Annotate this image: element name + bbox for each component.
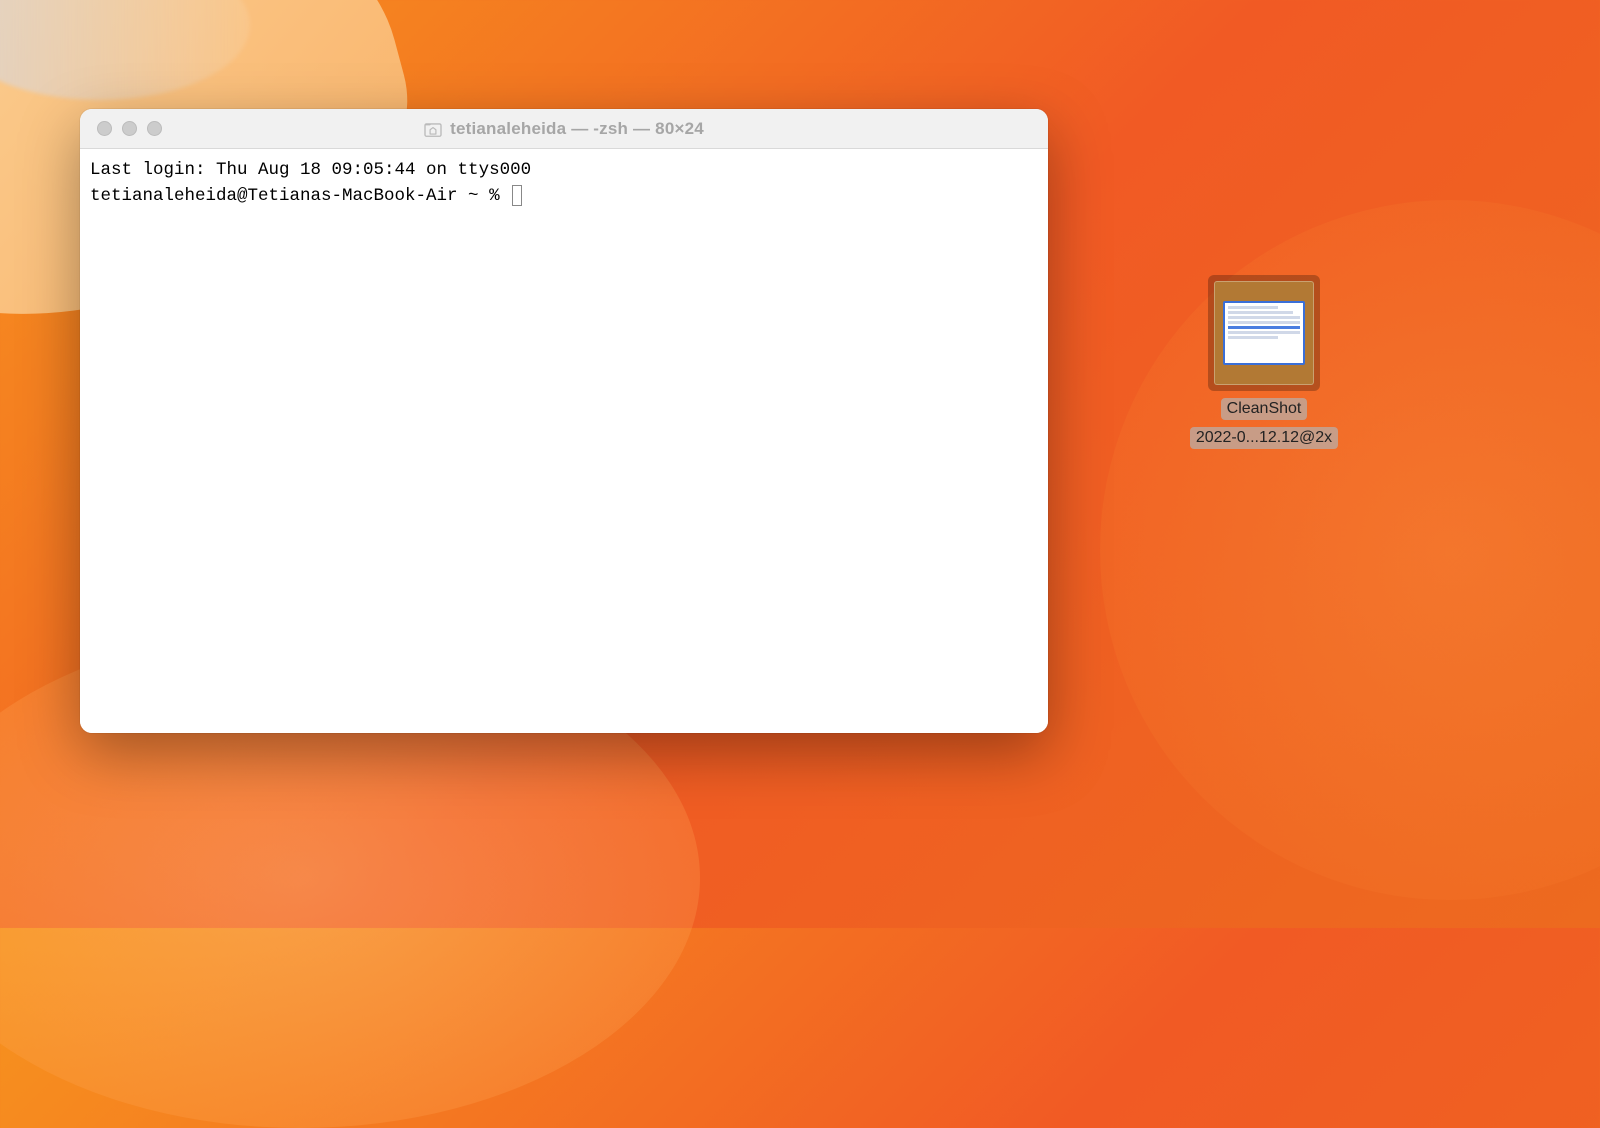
window-title-container: tetianaleheida — -zsh — 80×24 — [80, 119, 1048, 139]
zoom-button[interactable] — [147, 121, 162, 136]
desktop-file-icon[interactable]: CleanShot 2022-0...12.12@2x — [1204, 275, 1324, 449]
close-button[interactable] — [97, 121, 112, 136]
wallpaper-shape — [0, 0, 250, 100]
title-bar[interactable]: tetianaleheida — -zsh — 80×24 — [80, 109, 1048, 149]
terminal-window[interactable]: tetianaleheida — -zsh — 80×24 Last login… — [80, 109, 1048, 733]
file-label-line-2: 2022-0...12.12@2x — [1190, 427, 1338, 449]
home-folder-icon — [424, 121, 442, 137]
wallpaper-shape — [1100, 200, 1600, 900]
last-login-line: Last login: Thu Aug 18 09:05:44 on ttys0… — [90, 160, 531, 180]
file-thumbnail-selection — [1208, 275, 1320, 391]
text-cursor — [512, 185, 522, 206]
minimize-button[interactable] — [122, 121, 137, 136]
shell-prompt: tetianaleheida@Tetianas-MacBook-Air ~ % — [90, 186, 510, 206]
file-thumbnail — [1214, 281, 1314, 385]
terminal-body[interactable]: Last login: Thu Aug 18 09:05:44 on ttys0… — [80, 149, 1048, 733]
file-label-line-1: CleanShot — [1221, 398, 1308, 420]
window-title: tetianaleheida — -zsh — 80×24 — [450, 119, 704, 139]
traffic-lights — [97, 121, 162, 136]
screenshot-preview — [1223, 301, 1305, 365]
